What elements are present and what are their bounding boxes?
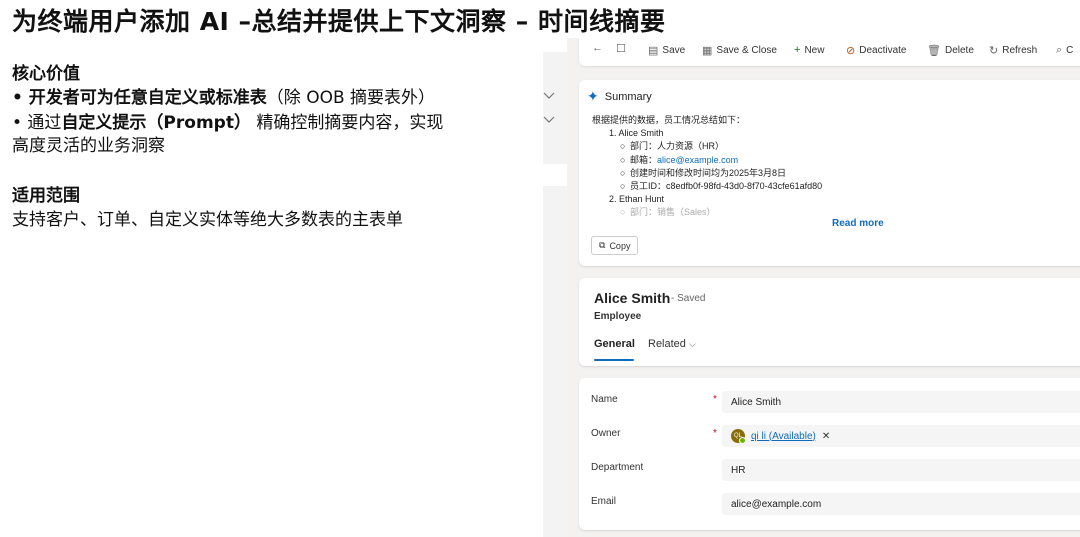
read-more-link[interactable]: Read more <box>832 218 884 229</box>
deactivate-button[interactable]: ⊘ Deactivate <box>846 44 906 57</box>
general-form: Name * Alice Smith Owner * QL qi li (Ava… <box>579 378 1080 530</box>
delete-button[interactable]: 🗑 Delete <box>927 44 974 57</box>
summary-p1-id: ○ 员工ID：c8edfb0f-98fd-43d0-8f70-43cfe61afd… <box>620 181 823 192</box>
sparkle-icon: ✦ <box>587 88 599 104</box>
copy-icon: ⧉ <box>599 240 606 250</box>
deactivate-icon: ⊘ <box>846 45 856 57</box>
record-name: Alice Smith <box>594 290 671 306</box>
refresh-icon: ↻ <box>989 45 999 57</box>
tab-related[interactable]: Related ⌵ <box>648 338 696 350</box>
bullet-2-pre: • 通过 <box>12 113 62 133</box>
p1-dept-text: 部门：人力资源（HR） <box>630 141 724 152</box>
core-value-bullet-1: • 开发者可为任意自定义或标准表（除 OOB 摘要表外） <box>12 83 435 108</box>
owner-field[interactable]: QL qi li (Available) ✕ <box>722 425 1080 447</box>
scope-text: 支持客户、订单、自定义实体等绝大多数表的主表单 <box>12 210 403 230</box>
save-button[interactable]: ▤ Save <box>648 44 685 57</box>
owner-link[interactable]: qi li (Available) <box>751 431 816 442</box>
summary-card: ✦ Summary 根据提供的数据，员工情况总结如下： 1. Alice Smi… <box>579 80 1080 266</box>
chevron-down-icon: ⌵ <box>688 339 696 349</box>
summary-intro: 根据提供的数据，员工情况总结如下： <box>592 115 746 125</box>
presence-available-icon <box>739 437 746 444</box>
tab-related-label: Related <box>648 338 686 350</box>
plus-icon: + <box>794 44 801 56</box>
delete-label: Delete <box>944 45 974 56</box>
name-label: Name <box>591 394 618 405</box>
back-button[interactable]: ← <box>592 42 603 54</box>
chevron-down-icon[interactable] <box>543 114 557 128</box>
refresh-button[interactable]: ↻ Refresh <box>989 44 1037 57</box>
summary-person-2: 2. Ethan Hunt <box>609 194 665 205</box>
p1-email-label: 邮箱： <box>630 154 658 165</box>
save-status: - Saved <box>671 293 706 304</box>
p1-id-text: 员工ID：c8edfb0f-98fd-43d0-8f70-43cfe61afd8… <box>630 181 823 192</box>
required-mark: * <box>713 394 717 405</box>
app-frame: ← ☐ ▤ Save ▦ Save & Close + New ⊘ Deactivate… <box>567 38 1080 537</box>
summary-body: 根据提供的数据，员工情况总结如下： 1. Alice Smith ○ 部门：人力资… <box>592 114 822 220</box>
email-field[interactable]: alice@example.com <box>722 493 1080 515</box>
save-close-label: Save & Close <box>716 45 777 56</box>
chevron-down-icon[interactable] <box>543 90 557 104</box>
command-bar: ← ☐ ▤ Save ▦ Save & Close + New ⊘ Deactivate… <box>579 38 1080 66</box>
core-value-heading: 核心价值 <box>12 64 80 84</box>
save-close-icon: ▦ <box>702 45 713 57</box>
required-mark: * <box>713 428 717 439</box>
p1-created-text: 创建时间和修改时间均为2025年3月8日 <box>630 167 787 178</box>
scope-heading: 适用范围 <box>12 186 80 206</box>
nav-strip-lower <box>543 186 567 537</box>
deactivate-label: Deactivate <box>859 45 907 56</box>
slide-title: 为终端用户添加 AI –总结并提供上下文洞察 – 时间线摘要 <box>12 7 666 36</box>
owner-label: Owner <box>591 428 621 439</box>
back-arrow-icon: ← <box>592 42 603 54</box>
summary-p1-created: ○ 创建时间和修改时间均为2025年3月8日 <box>620 167 787 178</box>
department-label: Department <box>591 462 644 473</box>
summary-title: Summary <box>604 90 652 103</box>
nav-strip <box>543 52 567 164</box>
save-icon: ▤ <box>648 45 659 57</box>
popout-button[interactable]: ☐ <box>616 42 626 55</box>
delete-icon: 🗑 <box>927 45 941 57</box>
bullet-1-bold: • 开发者可为任意自定义或标准表 <box>12 88 267 108</box>
p2-dept-text: 部门：销售（Sales） <box>630 207 716 218</box>
search-icon: ⌕ <box>1056 44 1063 56</box>
bullet-2-bold: 自定义提示（Prompt） <box>61 113 251 133</box>
core-value-bullet-2-line-2: 高度灵活的业务洞察 <box>12 136 165 156</box>
bullet-2-rest: 精确控制摘要内容，实现 <box>250 113 444 133</box>
avatar: QL <box>731 429 746 444</box>
record-header: Alice Smith - Saved Employee General Rel… <box>579 278 1080 366</box>
core-value-bullet-2: • 通过自定义提示（Prompt） 精确控制摘要内容，实现 <box>12 108 443 133</box>
p1-email-link[interactable]: alice@example.com <box>657 155 738 165</box>
remove-owner-icon[interactable]: ✕ <box>822 431 830 442</box>
entity-name: Employee <box>594 311 642 322</box>
save-close-button[interactable]: ▦ Save & Close <box>702 44 777 57</box>
summary-p1-email: ○ 邮箱：alice@example.com <box>620 154 739 165</box>
refresh-label: Refresh <box>1002 45 1038 56</box>
new-label: New <box>804 44 825 56</box>
bullet-1-rest: （除 OOB 摘要表外） <box>266 88 436 108</box>
search-button[interactable]: ⌕ C <box>1056 44 1073 57</box>
name-field[interactable]: Alice Smith <box>722 391 1080 413</box>
summary-header: ✦ Summary <box>587 88 652 105</box>
email-label: Email <box>591 496 617 507</box>
summary-person-1: 1. Alice Smith <box>609 128 664 139</box>
save-label: Save <box>662 45 686 56</box>
popout-icon: ☐ <box>616 43 626 55</box>
new-button[interactable]: + New <box>794 44 824 56</box>
tab-general[interactable]: General <box>594 338 635 350</box>
summary-p1-dept: ○ 部门：人力资源（HR） <box>620 141 724 152</box>
search-label: C <box>1066 45 1074 56</box>
department-field[interactable]: HR <box>722 459 1080 481</box>
summary-p2-dept: ○ 部门：销售（Sales） <box>620 207 716 218</box>
copy-button[interactable]: ⧉ Copy <box>591 236 639 255</box>
copy-label: Copy <box>609 240 631 251</box>
active-tab-indicator <box>594 359 634 361</box>
